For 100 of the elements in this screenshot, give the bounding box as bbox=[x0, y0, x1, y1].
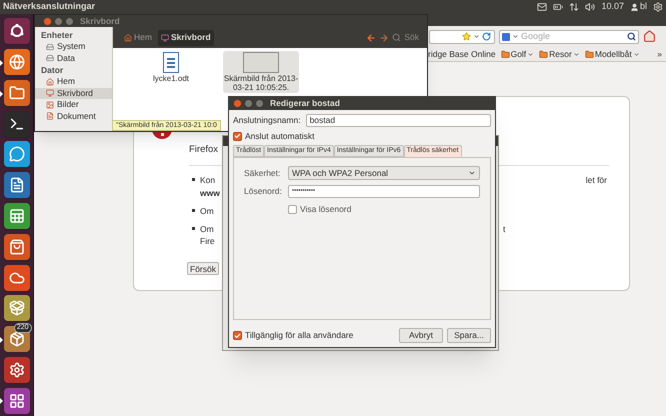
bullet-text: Om bbox=[200, 222, 215, 236]
sidebar-item[interactable]: System bbox=[35, 41, 112, 52]
launcher-item[interactable] bbox=[4, 202, 30, 229]
bullet-text: Om bbox=[200, 204, 214, 218]
image-icon bbox=[46, 100, 54, 109]
overflow-button[interactable]: » bbox=[657, 48, 662, 60]
search-input[interactable]: Google bbox=[521, 30, 625, 44]
file-name: Skärmbild från 2013-03-21 10:05:25. bbox=[223, 74, 299, 92]
chat-bubble-icon bbox=[8, 146, 24, 162]
dialog-button[interactable]: Spara... bbox=[447, 328, 491, 343]
file-name: lycke1.odt bbox=[152, 74, 190, 83]
battery-icon[interactable] bbox=[553, 2, 564, 12]
search-field[interactable]: Google bbox=[499, 30, 639, 44]
shopping-bag-icon bbox=[8, 238, 24, 255]
cloud-icon bbox=[8, 270, 24, 286]
caret-icon[interactable] bbox=[512, 33, 519, 40]
checkbox[interactable] bbox=[233, 331, 242, 340]
search-icon[interactable] bbox=[627, 32, 636, 41]
network-icon[interactable] bbox=[569, 2, 580, 12]
window-controls[interactable] bbox=[43, 16, 74, 26]
field-label: Lösenord: bbox=[244, 185, 283, 198]
dialog-button[interactable]: Avbryt bbox=[399, 328, 443, 343]
forward-icon[interactable] bbox=[379, 32, 390, 42]
bookmark[interactable]: Golf bbox=[500, 48, 534, 60]
bookmark[interactable]: ridge Base Online bbox=[428, 48, 496, 60]
volume-icon[interactable] bbox=[585, 2, 596, 12]
error-title: Firefox bbox=[189, 143, 218, 157]
clock[interactable]: 10.07 bbox=[601, 0, 624, 14]
globe-icon bbox=[8, 54, 24, 70]
launcher-item[interactable] bbox=[4, 49, 30, 76]
folder-icon bbox=[500, 50, 510, 58]
checkbox-label: Tillgänglig för alla användare bbox=[245, 329, 354, 342]
folder-icon bbox=[8, 84, 24, 101]
drive-icon bbox=[46, 42, 54, 51]
document-icon bbox=[163, 52, 179, 73]
folder-icon bbox=[539, 50, 548, 58]
sidebar-heading: Dator bbox=[40, 64, 64, 76]
launcher-item[interactable] bbox=[4, 295, 30, 322]
monitor-icon bbox=[160, 34, 169, 42]
home-icon[interactable] bbox=[643, 30, 656, 43]
address-bar[interactable] bbox=[429, 30, 495, 44]
document-icon bbox=[8, 177, 24, 194]
launcher-item[interactable] bbox=[4, 356, 30, 383]
caret-icon bbox=[527, 50, 534, 58]
user-name[interactable]: bl bbox=[640, 0, 647, 14]
launcher-item[interactable] bbox=[4, 172, 30, 198]
home-icon bbox=[46, 78, 54, 86]
launcher-item[interactable] bbox=[4, 80, 30, 106]
bullet-mark bbox=[192, 208, 195, 212]
sidebar-item[interactable]: Bilder bbox=[35, 99, 112, 110]
sidebar-item[interactable]: Hem bbox=[35, 76, 112, 88]
bullet-mark bbox=[192, 178, 195, 182]
file-item[interactable]: lycke1.odt bbox=[133, 51, 209, 84]
file-item[interactable]: Skärmbild från 2013-03-21 10:05:25. bbox=[223, 51, 299, 93]
star-icon[interactable] bbox=[462, 32, 471, 41]
search-engine-icon[interactable] bbox=[502, 32, 510, 40]
sidebar-item[interactable]: Dokument bbox=[35, 110, 112, 122]
package-icon bbox=[8, 300, 24, 316]
screenshot-thumbnail bbox=[243, 52, 279, 73]
window-controls[interactable] bbox=[233, 99, 264, 108]
security-dropdown[interactable]: WPA och WPA2 Personal bbox=[288, 166, 480, 180]
caret-icon[interactable] bbox=[473, 33, 480, 40]
back-icon[interactable] bbox=[366, 32, 376, 42]
launcher-item[interactable] bbox=[4, 388, 30, 414]
bullet-text: t bbox=[503, 222, 506, 236]
bookmark[interactable]: Resor bbox=[539, 48, 580, 60]
folder-icon bbox=[584, 50, 594, 58]
window-title: Redigerar bostad bbox=[270, 97, 340, 110]
retry-button[interactable]: Försök bbox=[187, 262, 219, 275]
bullet-text: let för bbox=[586, 174, 607, 187]
breadcrumb-button[interactable]: Hem bbox=[121, 30, 155, 46]
field-label: Anslutningsnamn: bbox=[233, 114, 301, 127]
ring-logo-icon bbox=[8, 23, 24, 40]
caret-icon bbox=[572, 50, 580, 58]
launcher-item[interactable] bbox=[4, 264, 30, 290]
launcher-item[interactable] bbox=[4, 110, 30, 137]
launcher-item[interactable] bbox=[4, 141, 30, 168]
settings-icon[interactable] bbox=[653, 2, 663, 12]
user-icon[interactable] bbox=[630, 2, 639, 12]
bookmark[interactable]: Modellbåt bbox=[584, 48, 640, 60]
checkbox[interactable] bbox=[288, 204, 297, 214]
bullet-mark bbox=[192, 226, 195, 230]
bullet-text: www bbox=[200, 187, 220, 200]
mail-icon[interactable] bbox=[537, 2, 548, 12]
document-icon bbox=[46, 112, 54, 120]
launcher-item[interactable] bbox=[4, 234, 30, 260]
spreadsheet-icon bbox=[8, 208, 24, 224]
gear-icon bbox=[8, 362, 24, 378]
sidebar-item[interactable]: Skrivbord bbox=[35, 88, 112, 99]
checkbox-label: Visa lösenord bbox=[300, 203, 352, 216]
checkbox[interactable] bbox=[233, 132, 242, 140]
launcher-item[interactable] bbox=[4, 18, 30, 44]
breadcrumb-button[interactable]: Skrivbord bbox=[158, 30, 214, 46]
bullet-text: Kon bbox=[200, 174, 216, 187]
connection-name-field[interactable]: bostad bbox=[306, 114, 491, 127]
checkbox-label: Anslut automatiskt bbox=[245, 130, 314, 142]
home-icon bbox=[124, 34, 132, 42]
window-title: Nätverksanslutningar bbox=[3, 0, 96, 14]
sidebar-item[interactable]: Data bbox=[35, 52, 112, 64]
reload-icon[interactable] bbox=[482, 32, 491, 41]
